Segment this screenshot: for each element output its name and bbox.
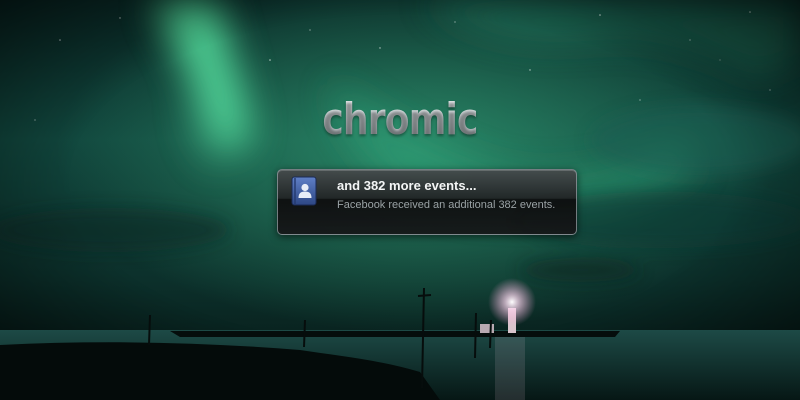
notification-title: and 382 more events... — [337, 178, 477, 193]
chromic-logo: chromic — [318, 90, 482, 150]
notification-bubble[interactable]: and 382 more events... Facebook received… — [277, 169, 577, 235]
notification-message: Facebook received an additional 382 even… — [337, 199, 556, 211]
facebook-contact-icon — [291, 176, 317, 206]
desktop: chromic and 382 more events... Facebook … — [0, 0, 800, 400]
